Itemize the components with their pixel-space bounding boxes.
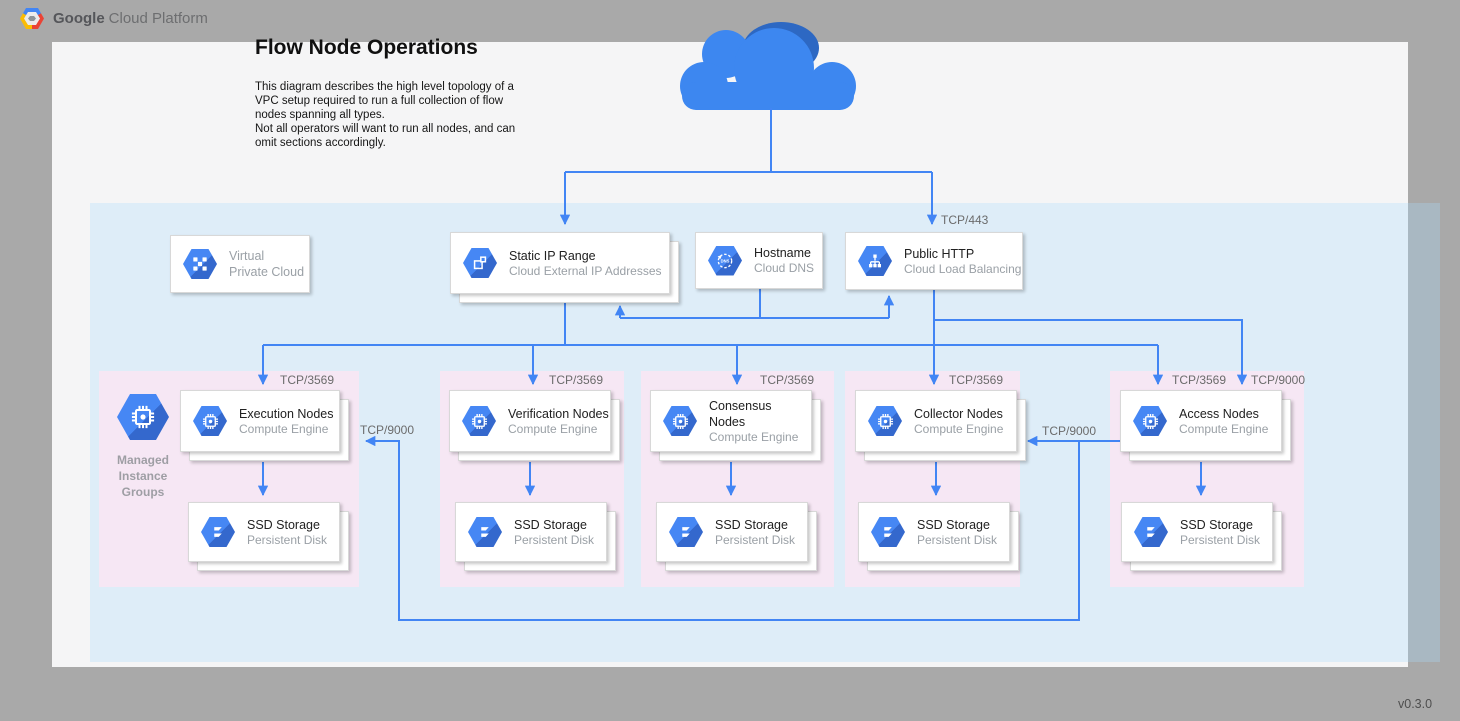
port-label-tcp3569: TCP/3569	[1172, 373, 1226, 387]
version-label: v0.3.0	[1398, 697, 1432, 711]
description: This diagram describes the high level to…	[255, 80, 545, 150]
vpc-label-line2: Private Cloud	[229, 264, 304, 280]
public-http-subtitle: Cloud Load Balancing	[904, 262, 1021, 277]
compute-engine-icon	[663, 406, 697, 436]
mig-line: Groups	[99, 484, 187, 500]
load-balancer-icon	[858, 246, 892, 276]
google-cloud-logo-icon	[20, 8, 44, 29]
node-subtitle: Compute Engine	[914, 422, 1003, 437]
access-nodes-card: Access Nodes Compute Engine	[1120, 390, 1282, 452]
hostname-card: DNS Hostname Cloud DNS	[695, 232, 823, 289]
port-label-tcp3569: TCP/3569	[549, 373, 603, 387]
static-ip-subtitle: Cloud External IP Addresses	[509, 264, 662, 279]
node-title: Collector Nodes	[914, 406, 1003, 422]
persistent-disk-icon	[1134, 517, 1168, 547]
node-subtitle: Compute Engine	[1179, 422, 1268, 437]
node-subtitle: Compute Engine	[239, 422, 334, 437]
port-label-tcp3569: TCP/3569	[949, 373, 1003, 387]
description-line: This diagram describes the high level to…	[255, 80, 545, 94]
ssd-title: SSD Storage	[917, 517, 997, 533]
ssd-subtitle: Persistent Disk	[917, 533, 997, 548]
persistent-disk-icon	[468, 517, 502, 547]
ssd-title: SSD Storage	[514, 517, 594, 533]
execution-ssd-card: SSD Storage Persistent Disk	[188, 502, 340, 562]
mig-line: Managed	[99, 452, 187, 468]
brand-google: Google	[53, 10, 105, 27]
description-line: Not all operators will want to run all n…	[255, 122, 545, 136]
node-title: Verification Nodes	[508, 406, 609, 422]
persistent-disk-icon	[201, 517, 235, 547]
node-subtitle: Compute Engine	[709, 430, 811, 445]
execution-nodes-card: Execution Nodes Compute Engine	[180, 390, 340, 452]
consensus-ssd-card: SSD Storage Persistent Disk	[656, 502, 808, 562]
mig-line: Instance	[99, 468, 187, 484]
ssd-title: SSD Storage	[1180, 517, 1260, 533]
persistent-disk-icon	[871, 517, 905, 547]
compute-engine-icon	[462, 406, 496, 436]
port-label-tcp9000: TCP/9000	[1042, 424, 1096, 438]
ssd-subtitle: Persistent Disk	[1180, 533, 1260, 548]
internet-cloud-icon	[676, 16, 866, 112]
cloud-dns-icon: DNS	[708, 246, 742, 276]
ssd-title: SSD Storage	[247, 517, 327, 533]
public-http-title: Public HTTP	[904, 246, 1021, 262]
external-ip-icon	[463, 248, 497, 278]
description-line: VPC setup required to run a full collect…	[255, 94, 545, 108]
port-label-tcp3569: TCP/3569	[280, 373, 334, 387]
ssd-title: SSD Storage	[715, 517, 795, 533]
verification-nodes-card: Verification Nodes Compute Engine	[449, 390, 611, 452]
collector-nodes-card: Collector Nodes Compute Engine	[855, 390, 1017, 452]
vpc-icon	[183, 249, 217, 279]
port-label-tcp9000: TCP/9000	[1251, 373, 1305, 387]
description-line: nodes spanning all types.	[255, 108, 545, 122]
ssd-subtitle: Persistent Disk	[514, 533, 594, 548]
hostname-title: Hostname	[754, 245, 814, 261]
header-brand: GoogleCloud Platform	[20, 8, 208, 29]
consensus-nodes-card: Consensus Nodes Compute Engine	[650, 390, 812, 452]
node-title: Access Nodes	[1179, 406, 1268, 422]
vpc-label-card: Virtual Private Cloud	[170, 235, 310, 293]
ssd-subtitle: Persistent Disk	[247, 533, 327, 548]
verification-ssd-card: SSD Storage Persistent Disk	[455, 502, 607, 562]
ssd-subtitle: Persistent Disk	[715, 533, 795, 548]
compute-engine-icon	[1133, 406, 1167, 436]
brand-text: GoogleCloud Platform	[53, 10, 208, 27]
svg-text:DNS: DNS	[721, 258, 730, 263]
node-title: Execution Nodes	[239, 406, 334, 422]
node-subtitle: Compute Engine	[508, 422, 609, 437]
hostname-subtitle: Cloud DNS	[754, 261, 814, 276]
compute-engine-icon	[193, 406, 227, 436]
port-label-tcp3569: TCP/3569	[760, 373, 814, 387]
port-label-tcp443: TCP/443	[941, 213, 988, 227]
collector-ssd-card: SSD Storage Persistent Disk	[858, 502, 1010, 562]
static-ip-card: Static IP Range Cloud External IP Addres…	[450, 232, 670, 294]
node-title: Consensus Nodes	[709, 398, 811, 430]
access-ssd-card: SSD Storage Persistent Disk	[1121, 502, 1273, 562]
static-ip-title: Static IP Range	[509, 248, 662, 264]
managed-instance-groups-label: Managed Instance Groups	[99, 452, 187, 500]
description-line: omit sections accordingly.	[255, 136, 545, 150]
public-http-card: Public HTTP Cloud Load Balancing	[845, 232, 1023, 290]
persistent-disk-icon	[669, 517, 703, 547]
vpc-label-line1: Virtual	[229, 248, 304, 264]
port-label-tcp9000: TCP/9000	[360, 423, 414, 437]
page-title: Flow Node Operations	[255, 36, 478, 60]
diagram-stage: GoogleCloud Platform Flow Node Operation…	[0, 0, 1460, 721]
compute-engine-icon	[868, 406, 902, 436]
brand-cloud-platform: Cloud Platform	[109, 10, 208, 27]
